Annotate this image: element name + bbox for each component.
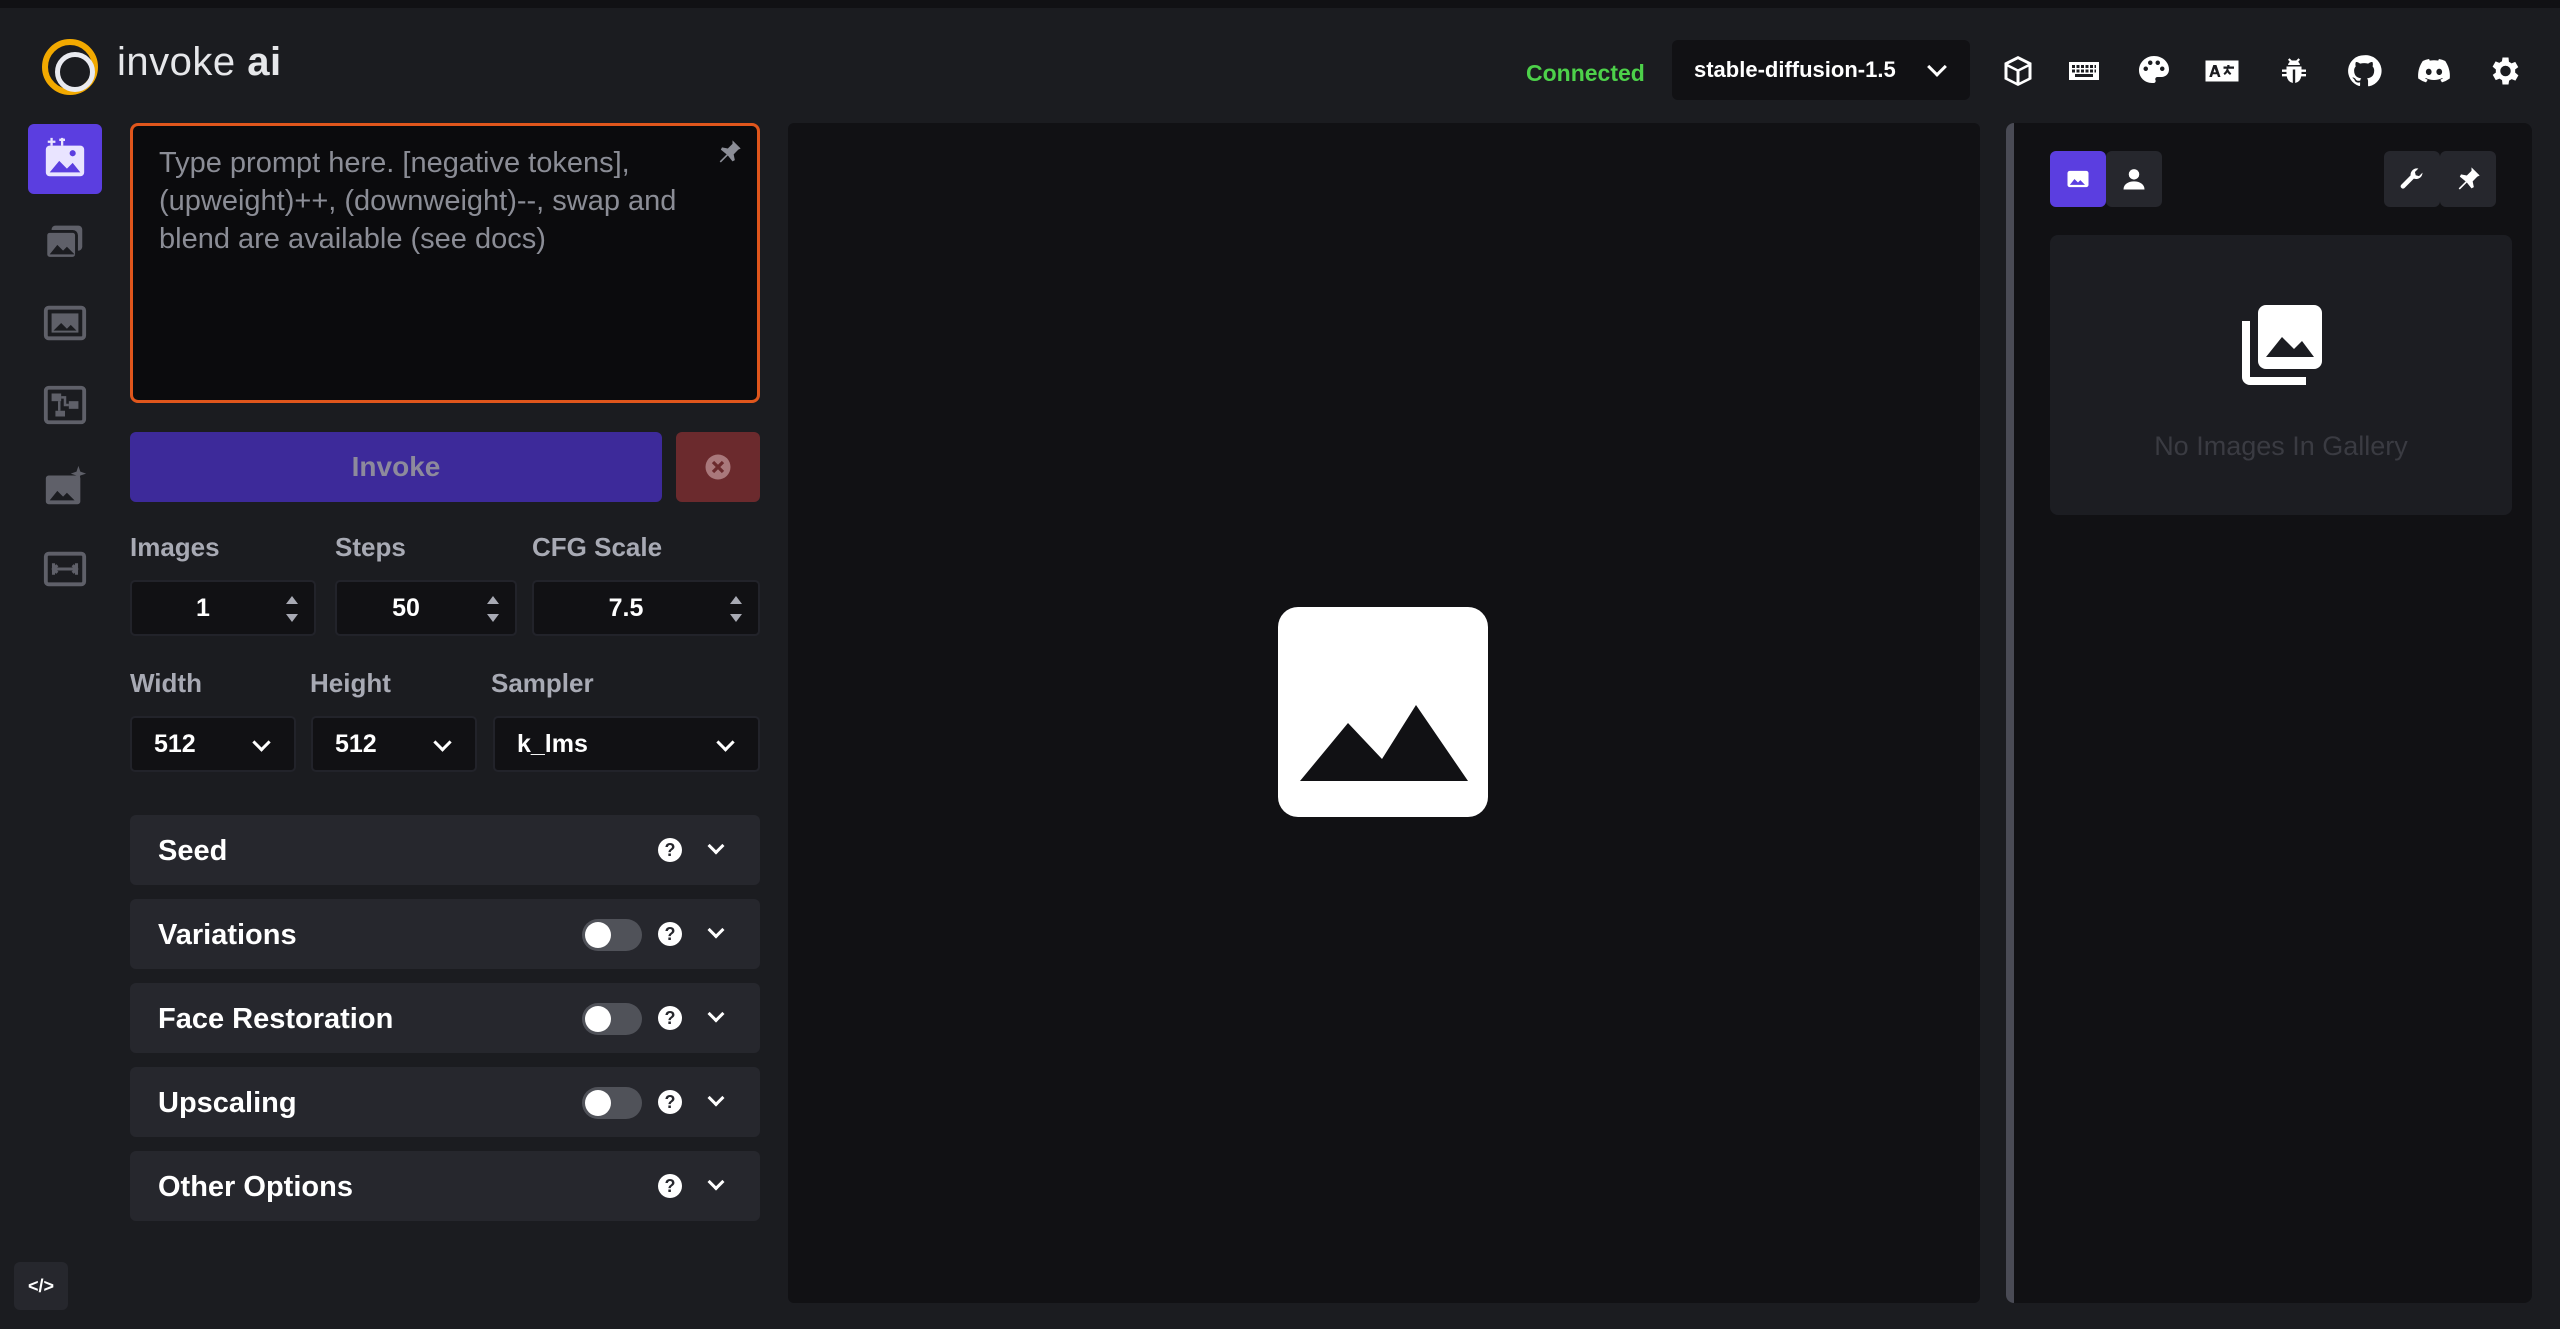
cfg-scale-value: 7.5 <box>608 593 644 622</box>
images-label: Images <box>130 532 220 562</box>
help-icon[interactable]: ? <box>658 922 682 946</box>
accordion-upscaling[interactable]: Upscaling ? <box>130 1067 760 1137</box>
width-select[interactable]: 512 <box>130 716 296 772</box>
keyboard-icon[interactable] <box>2066 53 2102 89</box>
palette-icon[interactable] <box>2136 53 2172 89</box>
tab-training[interactable] <box>28 452 102 522</box>
gallery-images-button[interactable] <box>2050 151 2106 207</box>
chevron-down-icon <box>707 1173 725 1191</box>
accordion-title: Face Restoration <box>158 1003 394 1035</box>
tab-workflows[interactable] <box>28 370 102 440</box>
images-value: 1 <box>196 593 210 622</box>
cube-icon[interactable] <box>2000 53 2036 89</box>
cfg-scale-input[interactable]: 7.5 <box>532 580 760 636</box>
height-select[interactable]: 512 <box>311 716 477 772</box>
tab-unified-canvas[interactable] <box>28 288 102 358</box>
text-to-image-icon <box>45 137 85 177</box>
github-icon[interactable] <box>2346 53 2382 89</box>
developer-toggle-button[interactable]: </> <box>14 1262 68 1310</box>
brand-light: invoke <box>117 40 236 84</box>
stepper-arrows-icon[interactable] <box>728 592 744 626</box>
gallery-empty-state: No Images In Gallery <box>2050 235 2512 515</box>
header: invoke ai Connected stable-diffusion-1.5 <box>0 8 2560 122</box>
tab-text-to-image[interactable] <box>28 124 102 194</box>
steps-input[interactable]: 50 <box>335 580 517 636</box>
help-icon[interactable]: ? <box>658 1006 682 1030</box>
chevron-down-icon <box>707 1089 725 1107</box>
tab-merge-models[interactable] <box>28 534 102 604</box>
close-circle-icon <box>705 454 731 480</box>
pin-icon <box>2458 167 2480 190</box>
sampler-value: k_lms <box>517 729 588 758</box>
prompt-input[interactable] <box>159 144 731 382</box>
sampler-label: Sampler <box>491 668 594 698</box>
upscaling-toggle[interactable] <box>582 1087 642 1119</box>
accordion-variations[interactable]: Variations ? <box>130 899 760 969</box>
discord-icon[interactable] <box>2416 53 2452 89</box>
image-placeholder-icon <box>1278 607 1488 817</box>
gallery-user-button[interactable] <box>2106 151 2162 207</box>
top-strip <box>0 0 2560 8</box>
chevron-down-icon <box>433 733 452 752</box>
stepper-arrows-icon[interactable] <box>284 592 300 626</box>
cancel-button[interactable] <box>676 432 760 502</box>
chevron-down-icon <box>1927 57 1947 77</box>
model-select-value: stable-diffusion-1.5 <box>1694 57 1896 82</box>
image-icon <box>2067 170 2089 188</box>
app-brand: invoke ai <box>117 40 282 85</box>
accordion-title: Variations <box>158 919 297 951</box>
workflow-icon <box>43 385 87 425</box>
model-select[interactable]: stable-diffusion-1.5 <box>1672 40 1970 100</box>
wrench-icon <box>2400 168 2423 189</box>
width-value: 512 <box>154 729 196 758</box>
help-icon[interactable]: ? <box>658 838 682 862</box>
gallery-settings-button[interactable] <box>2384 151 2440 207</box>
face-restoration-toggle[interactable] <box>582 1003 642 1035</box>
variations-toggle[interactable] <box>582 919 642 951</box>
accordion-seed[interactable]: Seed ? <box>130 815 760 885</box>
steps-label: Steps <box>335 532 406 562</box>
help-icon[interactable]: ? <box>658 1174 682 1198</box>
height-label: Height <box>310 668 391 698</box>
pin-icon[interactable] <box>715 138 743 166</box>
image-to-image-icon <box>44 225 83 260</box>
accordion-other-options[interactable]: Other Options ? <box>130 1151 760 1221</box>
height-value: 512 <box>335 729 377 758</box>
invoke-button[interactable]: Invoke <box>130 432 662 502</box>
tab-image-to-image[interactable] <box>28 206 102 276</box>
image-viewer <box>788 123 1980 1303</box>
user-icon <box>2123 169 2145 190</box>
stepper-arrows-icon[interactable] <box>485 592 501 626</box>
gallery-panel: No Images In Gallery <box>2006 123 2532 1303</box>
width-label: Width <box>130 668 202 698</box>
accordion-title: Seed <box>158 835 228 867</box>
images-input[interactable]: 1 <box>130 580 316 636</box>
chevron-down-icon <box>707 837 725 855</box>
logo-icon <box>42 39 98 95</box>
gallery-empty-message: No Images In Gallery <box>2154 431 2408 461</box>
chevron-down-icon <box>716 733 735 752</box>
accordion-title: Upscaling <box>158 1087 297 1119</box>
chevron-down-icon <box>707 921 725 939</box>
prompt-box <box>130 123 760 403</box>
brand-bold: ai <box>247 40 282 84</box>
translate-icon[interactable] <box>2204 53 2240 89</box>
bug-icon[interactable] <box>2276 53 2312 89</box>
accordion-title: Other Options <box>158 1171 353 1203</box>
help-icon[interactable]: ? <box>658 1090 682 1114</box>
sampler-select[interactable]: k_lms <box>493 716 760 772</box>
gallery-pin-button[interactable] <box>2440 151 2496 207</box>
gear-icon[interactable] <box>2486 53 2522 89</box>
connection-status: Connected <box>1526 60 1645 86</box>
cfg-scale-label: CFG Scale <box>532 532 663 562</box>
merge-icon <box>43 551 87 587</box>
canvas-icon <box>43 305 87 341</box>
steps-value: 50 <box>392 593 420 622</box>
chevron-down-icon <box>252 733 271 752</box>
training-icon <box>45 465 87 505</box>
images-stack-icon <box>2242 305 2322 385</box>
accordion-face-restoration[interactable]: Face Restoration ? <box>130 983 760 1053</box>
chevron-down-icon <box>707 1005 725 1023</box>
